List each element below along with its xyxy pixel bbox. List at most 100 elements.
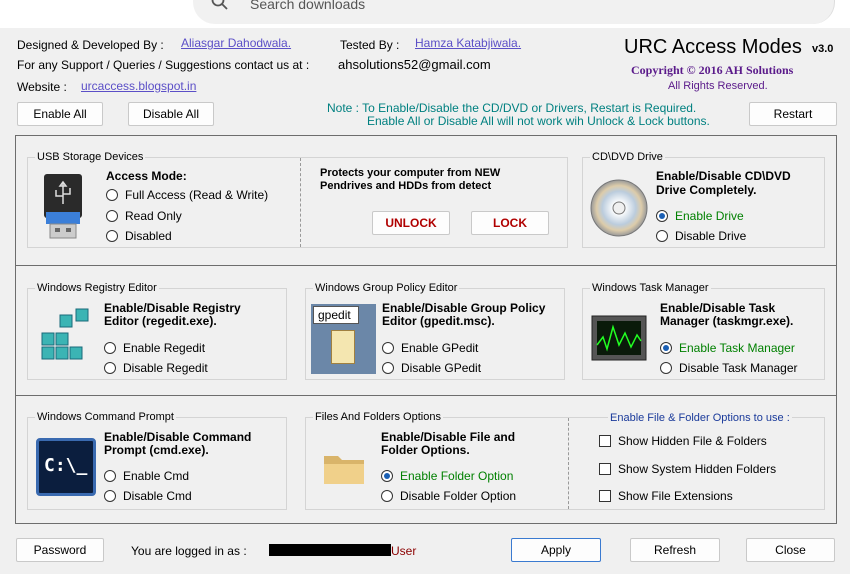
divider: [15, 265, 837, 266]
radio-label: Disable GPedit: [401, 361, 482, 375]
regedit-icon: [41, 308, 89, 360]
group-policy-group: Windows Group Policy Editor gpedit Enabl…: [305, 282, 565, 380]
note-line-2: Enable All or Disable All will not work …: [367, 114, 710, 128]
note-line-1: Note : To Enable/Disable the CD/DVD or D…: [327, 101, 697, 115]
app-version: v3.0: [812, 43, 834, 55]
regedit-description: Enable/Disable Registry: [104, 301, 241, 315]
radio-enable-cmd[interactable]: Enable Cmd: [104, 469, 189, 483]
close-button[interactable]: Close: [746, 538, 835, 562]
taskmgr-description-2: Manager (taskmgr.exe).: [660, 314, 794, 328]
folder-options-group: Files And Folders Options Enable/Disable…: [305, 411, 825, 510]
radio-label: Enable Cmd: [123, 469, 190, 483]
gpedit-description-2: Editor (gpedit.msc).: [382, 314, 495, 328]
gpedit-description: Enable/Disable Group Policy: [382, 301, 546, 315]
group-title: USB Storage Devices: [35, 151, 146, 163]
radio-label: Enable Drive: [675, 209, 744, 223]
usb-storage-group: USB Storage Devices Access Mode: Full Ac…: [27, 151, 568, 248]
radio-label: Disable Regedit: [123, 361, 208, 375]
folder-options-use-label: Enable File & Folder Options to use :: [608, 412, 792, 424]
usb-drive-icon: [44, 174, 82, 239]
cd-dvd-group: CD\DVD Drive Enable/Disable CD\DVD Drive…: [582, 151, 825, 248]
checkbox-show-system-hidden[interactable]: Show System Hidden Folders: [599, 462, 776, 476]
cd-description-2: Drive Completely.: [656, 183, 757, 197]
command-prompt-group: Windows Command Prompt C:\_ Enable/Disab…: [27, 411, 287, 510]
radio-label: Read Only: [125, 209, 182, 223]
user-role: User: [391, 544, 417, 558]
radio-enable-drive[interactable]: Enable Drive: [656, 209, 744, 223]
usb-description: Protects your computer from NEW: [320, 167, 501, 179]
checkbox-show-hidden[interactable]: Show Hidden File & Folders: [599, 434, 767, 448]
refresh-button[interactable]: Refresh: [630, 538, 720, 562]
radio-label: Enable Task Manager: [679, 341, 795, 355]
folders-description: Enable/Disable File and: [381, 430, 516, 444]
password-button[interactable]: Password: [16, 538, 104, 562]
radio-label: Disable Drive: [675, 229, 747, 243]
radio-enable-folder-option[interactable]: Enable Folder Option: [381, 469, 513, 483]
radio-disable-gpedit[interactable]: Disable GPedit: [382, 361, 481, 375]
group-title: Windows Task Manager: [590, 282, 711, 294]
unlock-button[interactable]: UNLOCK: [372, 211, 450, 235]
radio-disable-folder-option[interactable]: Disable Folder Option: [381, 489, 516, 503]
support-email: ahsolutions52@gmail.com: [338, 57, 491, 72]
radio-label: Disable Task Manager: [679, 361, 798, 375]
task-manager-icon: [591, 315, 647, 361]
gpedit-icon-label: gpedit: [313, 306, 359, 324]
copyright: Copyright © 2016 AH Solutions: [631, 63, 794, 77]
radio-disable-regedit[interactable]: Disable Regedit: [104, 361, 208, 375]
radio-read-only[interactable]: Read Only: [106, 209, 182, 223]
registry-editor-group: Windows Registry Editor Enable/Disable R…: [27, 282, 287, 380]
radio-label: Disable Folder Option: [400, 489, 517, 503]
access-mode-label: Access Mode:: [106, 169, 187, 183]
radio-disable-task-manager[interactable]: Disable Task Manager: [660, 361, 798, 375]
divider: [15, 395, 837, 396]
search-downloads-input[interactable]: Search downloads: [193, 0, 835, 24]
radio-label: Enable GPedit: [401, 341, 479, 355]
checkbox-label: Show System Hidden Folders: [618, 462, 777, 476]
checkbox-label: Show Hidden File & Folders: [618, 434, 767, 448]
redacted-username: [269, 544, 391, 556]
regedit-description-2: Editor (regedit.exe).: [104, 314, 217, 328]
gpedit-icon: gpedit: [311, 304, 376, 374]
restart-button[interactable]: Restart: [749, 102, 837, 126]
radio-label: Enable Regedit: [123, 341, 206, 355]
taskmgr-description: Enable/Disable Task: [660, 301, 776, 315]
cd-description: Enable/Disable CD\DVD: [656, 169, 791, 183]
tester-link[interactable]: Hamza Katabjiwala.: [415, 36, 521, 50]
folders-description-2: Folder Options.: [381, 443, 470, 457]
tested-label: Tested By :: [340, 38, 400, 52]
folder-icon: [324, 456, 364, 484]
enable-all-button[interactable]: Enable All: [17, 102, 103, 126]
radio-full-access[interactable]: Full Access (Read & Write): [106, 188, 268, 202]
radio-disable-cmd[interactable]: Disable Cmd: [104, 489, 192, 503]
group-title: Windows Command Prompt: [35, 411, 176, 423]
disable-all-button[interactable]: Disable All: [128, 102, 214, 126]
radio-disabled[interactable]: Disabled: [106, 229, 172, 243]
radio-label: Enable Folder Option: [400, 469, 514, 483]
checkbox-show-extensions[interactable]: Show File Extensions: [599, 489, 733, 503]
support-label: For any Support / Queries / Suggestions …: [17, 58, 310, 72]
logged-in-label: You are logged in as :: [131, 544, 247, 558]
task-manager-group: Windows Task Manager Enable/Disable Task…: [582, 282, 825, 380]
group-title: Windows Group Policy Editor: [313, 282, 460, 294]
radio-label: Disabled: [125, 229, 172, 243]
website-link[interactable]: urcaccess.blogspot.in: [81, 79, 196, 93]
cmd-description: Enable/Disable Command: [104, 430, 252, 444]
radio-enable-regedit[interactable]: Enable Regedit: [104, 341, 205, 355]
apply-button[interactable]: Apply: [511, 538, 601, 562]
group-title: Files And Folders Options: [313, 411, 443, 423]
divider: [568, 418, 569, 509]
radio-label: Full Access (Read & Write): [125, 188, 269, 202]
group-title: CD\DVD Drive: [590, 151, 665, 163]
radio-label: Disable Cmd: [123, 489, 192, 503]
radio-disable-drive[interactable]: Disable Drive: [656, 229, 746, 243]
lock-button[interactable]: LOCK: [471, 211, 549, 235]
website-label: Website :: [17, 80, 67, 94]
usb-description-2: Pendrives and HDDs from detect: [320, 180, 492, 192]
radio-enable-task-manager[interactable]: Enable Task Manager: [660, 341, 795, 355]
designed-label: Designed & Developed By :: [17, 38, 164, 52]
checkbox-label: Show File Extensions: [618, 489, 733, 503]
radio-enable-gpedit[interactable]: Enable GPedit: [382, 341, 478, 355]
group-title: Windows Registry Editor: [35, 282, 159, 294]
designer-link[interactable]: Aliasgar Dahodwala.: [181, 36, 291, 50]
cmd-icon: C:\_: [36, 438, 96, 496]
